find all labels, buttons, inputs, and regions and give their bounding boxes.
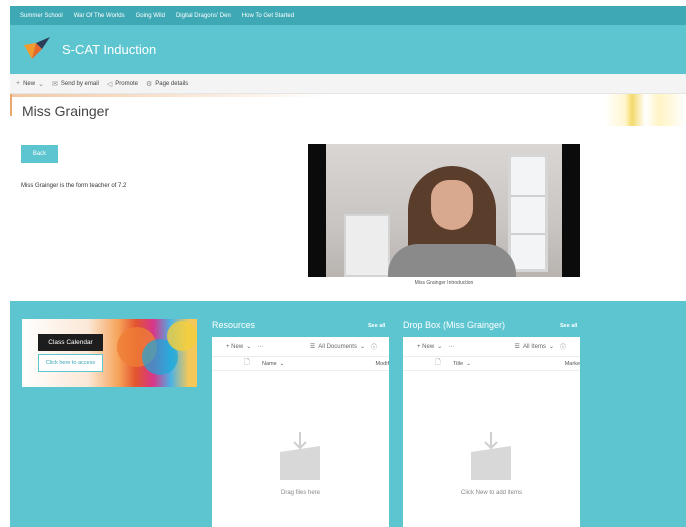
- chevron-down-icon: ⌄: [548, 344, 554, 350]
- new-button[interactable]: + New ⌄: [16, 80, 44, 88]
- video-person-body: [388, 244, 516, 277]
- dropbox-view-selector[interactable]: All Items: [523, 344, 546, 350]
- promote-label: Promote: [115, 80, 138, 87]
- video-player[interactable]: [308, 144, 580, 277]
- document-icon: 🗋: [244, 359, 250, 366]
- info-icon[interactable]: ⓘ: [560, 342, 566, 351]
- dropbox-empty-text: Click New to add items: [460, 490, 523, 496]
- new-label: New: [23, 80, 36, 87]
- dropbox-toolbar: + New ⌄ ··· ☰ All Items ⌄ ⓘ: [403, 337, 580, 357]
- class-calendar-tile[interactable]: Class Calendar Click here to access: [22, 319, 197, 387]
- nav-item-war-of-the-worlds[interactable]: War Of The Worlds: [74, 13, 125, 19]
- video-person-face: [431, 180, 473, 230]
- site-title[interactable]: S-CAT Induction: [62, 42, 156, 57]
- class-calendar-label: Class Calendar: [38, 334, 103, 351]
- column-name[interactable]: Name: [262, 361, 277, 367]
- dropbox-new-button[interactable]: + New: [417, 344, 434, 350]
- empty-folder-icon: [280, 432, 320, 480]
- resources-column-header: 🗋 Name ⌄ Modif: [212, 357, 389, 371]
- resources-see-all-link[interactable]: See all: [368, 323, 385, 329]
- nav-item-how-to-get-started[interactable]: How To Get Started: [242, 13, 294, 19]
- send-by-email-label: Send by email: [60, 80, 99, 87]
- video-frame: [326, 144, 562, 277]
- class-calendar-link[interactable]: Click here to access: [38, 354, 103, 372]
- chevron-down-icon: ⌄: [466, 360, 471, 367]
- nav-item-digital-dragons-den[interactable]: Digital Dragons' Den: [176, 13, 231, 19]
- chevron-down-icon: ⌄: [437, 344, 443, 350]
- resources-empty-text: Drag files here: [280, 490, 321, 496]
- page-details-button[interactable]: ⚙ Page details: [146, 80, 188, 88]
- promote-button[interactable]: ◁ Promote: [107, 80, 138, 88]
- nav-item-going-wild[interactable]: Going Wild: [136, 13, 165, 19]
- megaphone-icon: ◁: [106, 80, 113, 88]
- view-icon: ☰: [309, 344, 316, 350]
- back-button[interactable]: Back: [21, 145, 58, 163]
- more-icon[interactable]: ···: [257, 344, 263, 350]
- ink-splash: [167, 321, 197, 351]
- send-by-email-button[interactable]: ✉ Send by email: [52, 80, 99, 88]
- top-nav: Summer School War Of The Worlds Going Wi…: [10, 6, 686, 25]
- resources-toolbar: + New ⌄ ··· ☰ All Documents ⌄ ⓘ: [212, 337, 389, 357]
- column-marker[interactable]: Marke: [565, 361, 580, 367]
- view-icon: ☰: [514, 344, 520, 350]
- resources-view-selector[interactable]: All Documents: [318, 344, 357, 350]
- banner-accent: [10, 94, 330, 97]
- mail-icon: ✉: [51, 80, 58, 88]
- video-background-window: [508, 154, 548, 272]
- plus-icon: +: [16, 80, 21, 87]
- resources-new-button[interactable]: + New: [226, 344, 243, 350]
- site-logo-icon[interactable]: [22, 35, 52, 65]
- dropbox-panel: + New ⌄ ··· ☰ All Items ⌄ ⓘ 🗋 Title ⌄ Ma…: [403, 337, 580, 527]
- site-header: S-CAT Induction: [10, 25, 686, 74]
- title-banner: Miss Grainger: [10, 94, 686, 126]
- chevron-down-icon: ⌄: [38, 80, 44, 88]
- column-modified[interactable]: Modif: [376, 361, 389, 367]
- column-title[interactable]: Title: [453, 361, 463, 367]
- dropbox-title[interactable]: Drop Box (Miss Grainger): [403, 320, 505, 330]
- dropbox-see-all-link[interactable]: See all: [560, 323, 577, 329]
- banner-left-mark: [10, 94, 12, 116]
- gear-icon: ⚙: [145, 80, 153, 88]
- page-title: Miss Grainger: [22, 103, 110, 119]
- nav-item-summer-school[interactable]: Summer School: [20, 13, 63, 19]
- chevron-down-icon: ⌄: [279, 360, 285, 367]
- info-icon[interactable]: ⓘ: [371, 342, 377, 351]
- page-details-label: Page details: [155, 80, 189, 87]
- document-icon: 🗋: [435, 359, 441, 366]
- resources-title[interactable]: Resources: [212, 320, 255, 330]
- more-icon[interactable]: ···: [448, 344, 454, 350]
- dropbox-column-header: 🗋 Title ⌄ Marke: [403, 357, 580, 371]
- chevron-down-icon: ⌄: [359, 344, 365, 350]
- chevron-down-icon: ⌄: [246, 344, 252, 350]
- video-background-door: [344, 214, 390, 277]
- command-bar: + New ⌄ ✉ Send by email ◁ Promote ⚙ Page…: [10, 74, 686, 94]
- video-caption: Miss Grainger Introduction: [414, 280, 474, 286]
- empty-folder-icon: [471, 432, 511, 480]
- resources-panel: + New ⌄ ··· ☰ All Documents ⌄ ⓘ 🗋 Name ⌄…: [212, 337, 389, 527]
- intro-text: Miss Grainger is the form teacher of 7.2: [21, 183, 127, 189]
